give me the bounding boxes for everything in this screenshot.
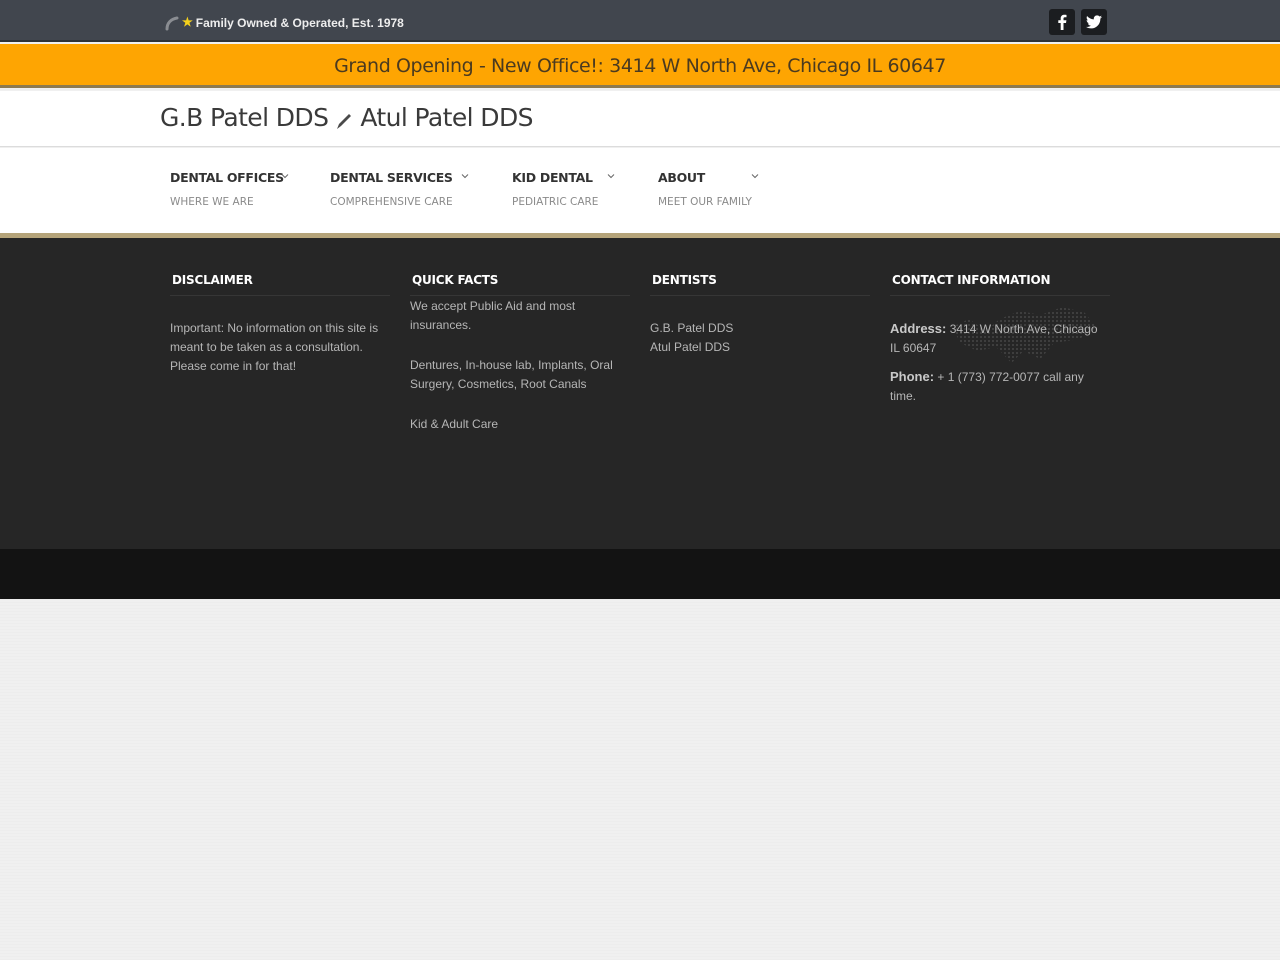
quick-fact-item: We accept Public Aid and most insurances… [410,299,576,332]
announcement-text: Grand Opening - New Office!: 3414 W Nort… [334,55,946,77]
disclaimer-text: Important: No information on this site i… [170,321,379,373]
nav-item-kid-dental[interactable]: KID DENTAL PEDIATRIC CARE [512,169,615,208]
twitter-icon [1086,15,1102,29]
tagline-text: Family Owned & Operated, Est. 1978 [195,16,404,30]
footer-widgets: DISCLAIMER Important: No information on … [0,238,1280,549]
dentist-item: Atul Patel DDS [650,340,731,354]
divider [890,295,1110,296]
nav-item-label: DENTAL SERVICES [330,170,453,185]
top-bar: ★ Family Owned & Operated, Est. 1978 [0,0,1280,42]
footer-bottom [0,549,1280,599]
nav-item-sub: PEDIATRIC CARE [512,196,599,208]
chevron-down-icon [751,174,759,179]
nav-item-sub: WHERE WE ARE [170,196,254,208]
phone-label: Phone: [890,369,935,384]
address-label: Address: [890,321,947,336]
footer-col-title: DENTISTS [652,273,717,287]
nav-item-label: DENTAL OFFICES [170,170,284,185]
nav-item-sub: COMPREHENSIVE CARE [330,196,453,208]
footer-col-title: CONTACT INFORMATION [892,273,1051,287]
divider [650,295,870,296]
divider [410,295,630,296]
phone-icon [164,15,180,31]
twitter-button[interactable] [1081,9,1107,35]
dentist-item: G.B. Patel DDS [650,321,734,335]
contact-phone: Phone: + 1 (773) 772-0077 call any time. [890,367,1110,406]
main-nav: DENTAL OFFICES WHERE WE ARE DENTAL SERVI… [0,148,1280,233]
nav-item-label: KID DENTAL [512,170,593,185]
tagline: ★ Family Owned & Operated, Est. 1978 [164,14,404,32]
footer-col-title: QUICK FACTS [412,273,499,287]
site-title-left: G.B Patel DDS [160,103,329,132]
facebook-button[interactable] [1049,9,1075,35]
site-title-right: Atul Patel DDS [360,103,533,132]
divider [170,295,390,296]
chevron-down-icon [461,174,469,179]
nav-item-sub: MEET OUR FAMILY [658,196,752,208]
chevron-down-icon [607,174,615,179]
chevron-down-icon [281,174,289,179]
facebook-icon [1058,14,1067,30]
site-title[interactable]: G.B Patel DDS Atul Patel DDS [160,103,533,132]
nav-item-about[interactable]: ABOUT MEET OUR FAMILY [658,169,759,208]
announcement-bar: Grand Opening - New Office!: 3414 W Nort… [0,44,1280,88]
quick-fact-item: Kid & Adult Care [410,417,499,431]
footer-col-title: DISCLAIMER [172,273,253,287]
nav-item-dental-services[interactable]: DENTAL SERVICES COMPREHENSIVE CARE [330,169,469,208]
nav-item-dental-offices[interactable]: DENTAL OFFICES WHERE WE ARE [170,169,289,208]
site-header: G.B Patel DDS Atul Patel DDS [0,91,1280,147]
nav-item-label: ABOUT [658,170,706,185]
quick-fact-item: Dentures, In-house lab, Implants, Oral S… [410,358,613,391]
star-icon: ★ [182,15,193,29]
pencil-icon [334,108,354,129]
